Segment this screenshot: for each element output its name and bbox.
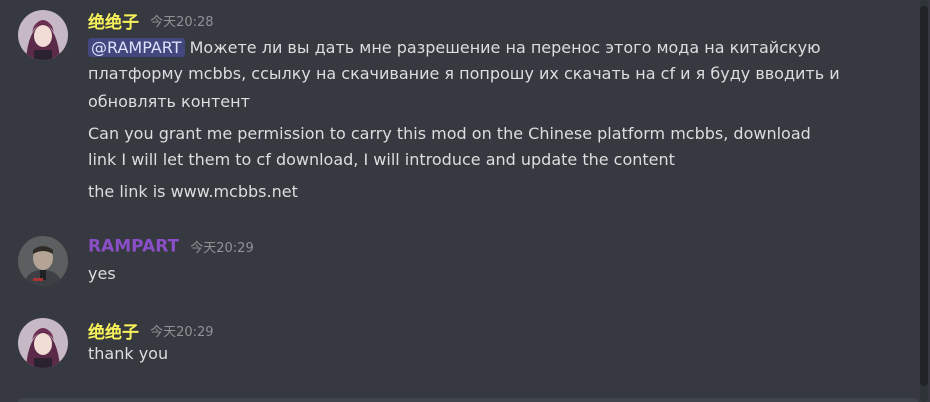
- timestamp: 今天20:29: [190, 241, 254, 256]
- user-mention[interactable]: @RAMPART: [88, 38, 185, 57]
- message-text: Можете ли вы дать мне разрешение на пере…: [189, 38, 821, 57]
- message-line: обновлять контент: [88, 91, 868, 113]
- username[interactable]: 绝绝子: [88, 323, 139, 343]
- message-line: @RAMPART Можете ли вы дать мне разрешени…: [88, 37, 868, 59]
- anime-character-avatar-icon: [18, 10, 68, 60]
- message-line: the link is www.mcbbs.net: [88, 181, 868, 203]
- timestamp: 今天20:28: [150, 15, 214, 30]
- message-text: yes: [88, 264, 116, 283]
- chat-message-list: 绝绝子 今天20:28 @RAMPART Можете ли вы дать м…: [0, 0, 918, 402]
- message-group: 绝绝子 今天20:28 @RAMPART Можете ли вы дать м…: [0, 8, 918, 218]
- username[interactable]: 绝绝子: [88, 13, 139, 33]
- message-line: yes: [88, 263, 868, 285]
- message-line: link I will let them to cf download, I w…: [88, 149, 868, 171]
- avatar[interactable]: [18, 318, 68, 368]
- message-group: RAMPART 今天20:29 yes: [0, 236, 918, 291]
- message-text: платформу mcbbs, ссылку на скачивание я …: [88, 64, 840, 83]
- message-text: Can you grant me permission to carry thi…: [88, 124, 811, 143]
- message-group: 绝绝子 今天20:29 thank you: [0, 318, 918, 373]
- scrollbar-thumb[interactable]: [920, 6, 928, 386]
- avatar[interactable]: [18, 236, 68, 286]
- message-line: Can you grant me permission to carry thi…: [88, 123, 868, 145]
- timestamp: 今天20:29: [150, 325, 214, 340]
- uniformed-man-avatar-icon: [18, 236, 68, 286]
- message-text: обновлять контент: [88, 92, 250, 111]
- message-text: thank you: [88, 344, 169, 363]
- message-line: thank you: [88, 343, 868, 365]
- message-line: платформу mcbbs, ссылку на скачивание я …: [88, 63, 868, 85]
- message-text: the link is www.mcbbs.net: [88, 182, 298, 201]
- username[interactable]: RAMPART: [88, 237, 179, 257]
- message-input-edge[interactable]: [18, 398, 918, 402]
- message-text: link I will let them to cf download, I w…: [88, 150, 675, 169]
- anime-character-avatar-icon: [18, 318, 68, 368]
- avatar[interactable]: [18, 10, 68, 60]
